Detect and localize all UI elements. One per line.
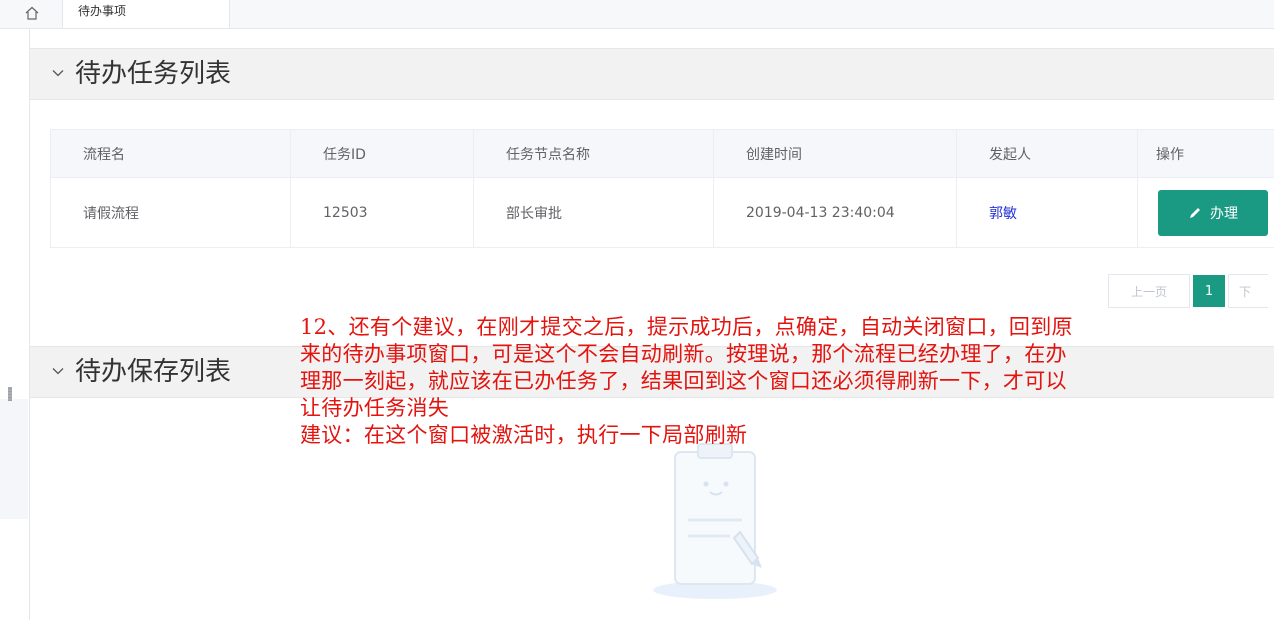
left-rail-shade [0, 399, 28, 519]
column-header: 发起人 [957, 130, 1138, 178]
annotation-line: 来的待办事项窗口，可是这个不会自动刷新。按理说，那个流程已经办理了，在办 [300, 342, 1067, 366]
chevron-down-icon[interactable] [52, 69, 64, 77]
splitter-handle[interactable] [8, 387, 12, 401]
page-number-current[interactable]: 1 [1193, 275, 1225, 307]
handle-button[interactable]: 办理 [1158, 189, 1268, 236]
task-id-cell: 12503 [291, 178, 474, 248]
empty-state-icon [653, 443, 777, 599]
column-header: 流程名 [51, 130, 291, 178]
handle-button-label: 办理 [1210, 205, 1238, 222]
home-icon[interactable] [24, 5, 40, 21]
node-name-cell: 部长审批 [474, 178, 714, 248]
todo-section-header[interactable]: 待办任务列表 [30, 48, 1274, 100]
table-row: 请假流程 12503 部长审批 2019-04-13 23:40:04 郭敏 办… [51, 178, 1274, 248]
process-name-cell: 请假流程 [51, 178, 291, 248]
chevron-down-icon[interactable] [52, 367, 64, 375]
pencil-icon [1190, 207, 1200, 218]
created-at-cell: 2019-04-13 23:40:04 [714, 178, 957, 248]
column-header: 任务节点名称 [474, 130, 714, 178]
left-rail [0, 29, 30, 620]
annotation-line: 让待办任务消失 [300, 396, 450, 420]
tab-todo[interactable]: 待办事项 [62, 0, 230, 28]
column-header: 操作 [1138, 130, 1274, 178]
initiator-cell: 郭敏 [957, 178, 1138, 248]
red-annotation-text: 12、还有个建议，在刚才提交之后，提示成功后，点确定，自动关闭窗口，回到原 来的… [300, 314, 1274, 449]
annotation-line: 理那一刻起，就应该在已办任务了，结果回到这个窗口还必须得刷新一下，才可以 [300, 369, 1067, 393]
next-page-button[interactable]: 下 [1228, 274, 1268, 308]
action-cell: 办理 [1138, 178, 1274, 248]
table-header-row: 流程名 任务ID 任务节点名称 创建时间 发起人 操作 [51, 130, 1274, 178]
annotation-line: 建议：在这个窗口被激活时，执行一下局部刷新 [300, 423, 748, 447]
column-header: 任务ID [291, 130, 474, 178]
initiator-link[interactable]: 郭敏 [989, 203, 1017, 223]
tab-bar: 待办事项 [0, 0, 1274, 29]
annotation-line: 12、还有个建议，在刚才提交之后，提示成功后，点确定，自动关闭窗口，回到原 [300, 315, 1073, 339]
prev-page-button[interactable]: 上一页 [1108, 274, 1190, 308]
pagination: 上一页 1 下 [1108, 274, 1268, 308]
todo-section-title: 待办任务列表 [75, 59, 232, 89]
todo-table: 流程名 任务ID 任务节点名称 创建时间 发起人 操作 请假流程 12503 部… [50, 129, 1274, 248]
column-header: 创建时间 [714, 130, 957, 178]
saved-section-title: 待办保存列表 [75, 357, 232, 387]
